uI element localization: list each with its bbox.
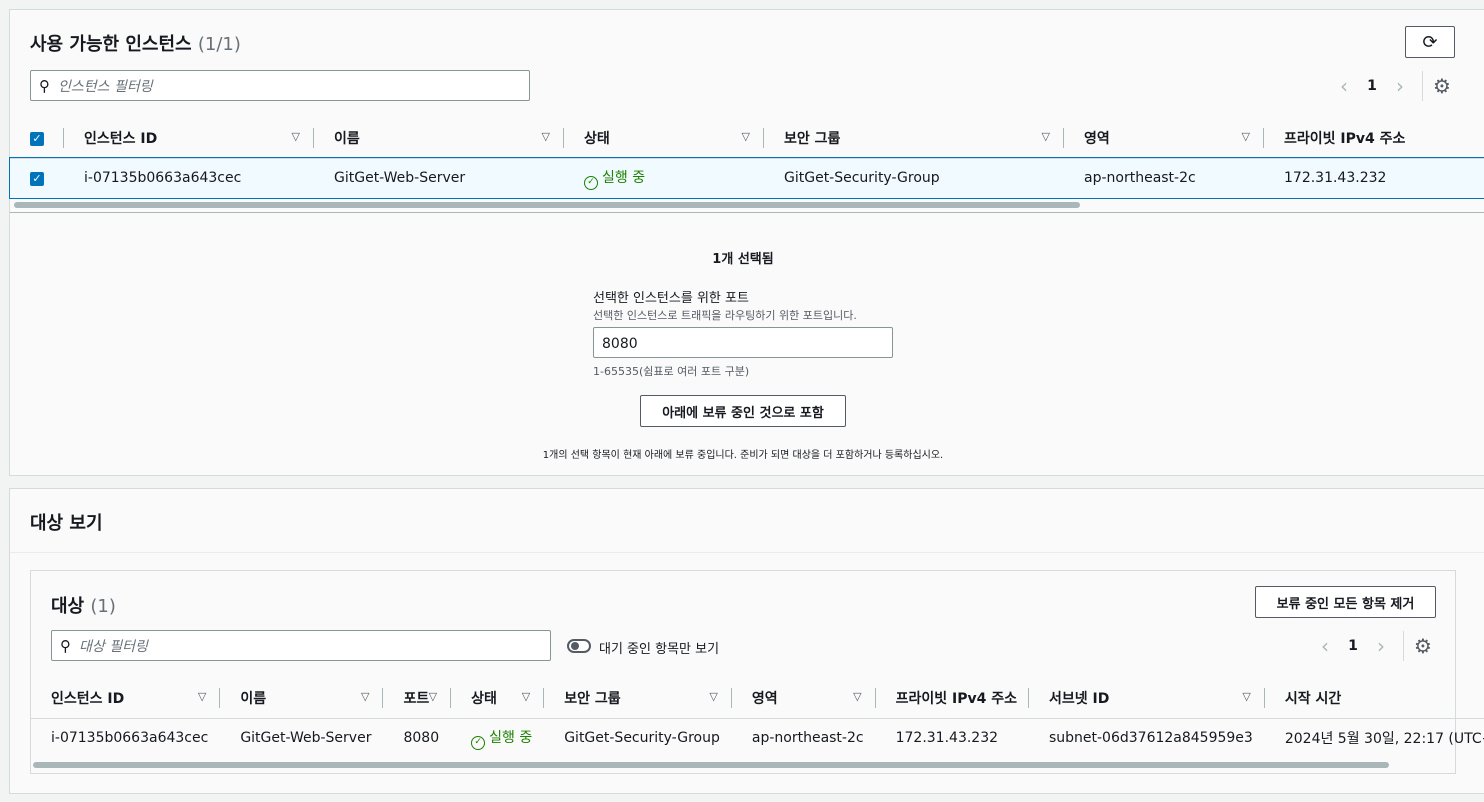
col-name[interactable]: 이름 ▽ [220,678,384,718]
target-port-cell: 8080 [403,730,440,747]
instance-zone-cell: ap-northeast-2c [1084,170,1196,187]
prev-page-icon[interactable]: ‹ [1332,74,1356,98]
settings-gear-icon[interactable]: ⚙ [1433,74,1451,98]
sort-icon[interactable]: ▽ [522,690,530,703]
review-targets-panel: 대상 보기 대상 (1) 보류 중인 모든 항목 제거 ⚲ 대상 필터링 대기 … [9,488,1484,794]
sort-icon[interactable]: ▽ [198,690,206,703]
col-state[interactable]: 상태 ▽ [451,678,545,718]
select-all-checkbox-cell[interactable]: ✓ [10,118,64,158]
port-hint: 1-65535(쉼표로 여러 포트 구분) [593,365,750,378]
col-zone[interactable]: 영역 ▽ [1064,118,1264,158]
refresh-button[interactable]: ⟳ [1405,26,1455,58]
target-id-cell: i-07135b0663a643cec [51,730,209,747]
target-launch-cell: 2024년 5월 30일, 22:17 (UTC+ [1284,731,1484,748]
pending-only-toggle[interactable] [567,639,591,653]
settings-gear-icon[interactable]: ⚙ [1414,634,1432,658]
port-input[interactable]: 8080 [593,327,893,358]
col-port[interactable]: 포트 ▽ [383,678,452,718]
sort-icon[interactable]: ▽ [292,130,300,143]
horizontal-scrollbar[interactable] [33,762,1389,768]
review-title: 대상 보기 [30,513,103,534]
port-label: 선택한 인스턴스를 위한 포트 [593,291,749,306]
instance-ip-cell: 172.31.43.232 [1284,170,1387,187]
check-circle-icon: ✓ [584,175,598,190]
target-filter-placeholder: 대상 필터링 [79,638,148,655]
targets-pagination: ‹ 1 › ⚙ [1313,631,1432,661]
check-circle-icon: ✓ [471,735,486,750]
pending-note: 1개의 선택 항목이 현재 아래에 보류 중입니다. 준비가 되면 대상을 더 … [542,450,944,461]
col-subnet-id[interactable]: 서브넷 ID ▽ [1029,678,1265,718]
row-checkbox[interactable]: ✓ [30,172,44,187]
target-sg-cell: GitGet-Security-Group [564,730,720,747]
review-divider [10,552,1484,553]
page-number[interactable]: 1 [1337,638,1369,654]
sort-icon[interactable]: ▽ [709,690,717,703]
instance-filter-input[interactable]: ⚲ 인스턴스 필터링 [30,70,530,101]
col-security-group[interactable]: 보안 그룹 ▽ [544,678,732,718]
col-private-ip[interactable]: 프라이빗 IPv4 주소 [876,678,1029,718]
instance-sg-cell: GitGet-Security-Group [784,170,940,187]
instances-table: ✓ 인스턴스 ID ▽ 이름 ▽ 상태 ▽ 보안 그룹 ▽ 영역 ▽ 프라이빗 IPv4 … [9,118,1484,199]
table-divider [10,212,1484,213]
targets-table: 인스턴스 ID ▽ 이름 ▽ 포트 ▽ 상태 ▽ 보안 그룹 ▽ 영역 ▽ 프라이빗 IPv… [31,678,1484,758]
instance-filter-placeholder: 인스턴스 필터링 [58,78,153,95]
remove-all-pending-button[interactable]: 보류 중인 모든 항목 제거 [1255,586,1436,618]
instance-name-cell: GitGet-Web-Server [334,170,466,187]
target-ip-cell: 172.31.43.232 [895,730,999,747]
selected-count: 1개 선택됨 [712,252,774,267]
sort-icon[interactable]: ▽ [429,690,437,703]
col-state[interactable]: 상태 ▽ [564,118,764,158]
sort-icon[interactable]: ▽ [1242,130,1250,143]
search-icon: ⚲ [39,76,50,95]
next-page-icon[interactable]: › [1388,74,1412,98]
col-launch-time[interactable]: 시작 시간 [1265,678,1484,718]
next-page-icon[interactable]: › [1369,634,1393,658]
pager-divider [1403,631,1404,661]
available-instances-panel: 사용 가능한 인스턴스 (1/1) ⟳ ⚲ 인스턴스 필터링 ‹ 1 › ⚙ ✓… [9,9,1484,476]
sort-icon[interactable]: ▽ [361,690,369,703]
instance-id-cell: i-07135b0663a643cec [84,170,242,187]
target-subnet-cell: subnet-06d37612a845959e3 [1048,730,1253,747]
sort-icon[interactable]: ▽ [1042,130,1050,143]
col-name[interactable]: 이름 ▽ [314,118,564,158]
col-private-ip[interactable]: 프라이빗 IPv4 주소 [1264,118,1484,158]
pending-only-label: 대기 중인 항목만 보기 [599,642,720,657]
target-filter-input[interactable]: ⚲ 대상 필터링 [51,630,551,661]
col-instance-id[interactable]: 인스턴스 ID ▽ [64,118,314,158]
horizontal-scrollbar[interactable] [14,202,1080,208]
refresh-icon: ⟳ [1422,31,1438,53]
pager-divider [1422,71,1423,101]
sort-icon[interactable]: ▽ [742,130,750,143]
target-state-cell: ✓ 실행 중 [451,718,544,758]
targets-heading: 대상 (1) [51,596,116,617]
col-zone[interactable]: 영역 ▽ [732,678,876,718]
include-pending-button[interactable]: 아래에 보류 중인 것으로 포함 [640,395,846,427]
sort-icon[interactable]: ▽ [853,690,861,703]
instance-state-cell: ✓ 실행 중 [564,158,764,198]
sort-icon[interactable]: ▽ [1242,690,1250,703]
port-description: 선택한 인스턴스로 트래픽을 라우팅하기 위한 포트입니다. [593,309,857,322]
instances-count: (1/1) [197,34,241,55]
instances-pagination: ‹ 1 › ⚙ [1332,71,1451,101]
search-icon: ⚲ [60,636,71,655]
select-all-checkbox[interactable]: ✓ [30,131,44,146]
sort-icon[interactable]: ▽ [542,130,550,143]
targets-count: (1) [90,596,116,617]
col-instance-id[interactable]: 인스턴스 ID ▽ [31,678,221,718]
targets-container: 대상 (1) 보류 중인 모든 항목 제거 ⚲ 대상 필터링 대기 중인 항목만… [30,570,1484,774]
instances-heading: 사용 가능한 인스턴스 (1/1) [30,34,241,55]
page-number[interactable]: 1 [1356,78,1388,94]
col-security-group[interactable]: 보안 그룹 ▽ [764,118,1064,158]
prev-page-icon[interactable]: ‹ [1313,634,1337,658]
table-row[interactable]: ✓ i-07135b0663a643cec GitGet-Web-Server … [9,157,1484,199]
table-row[interactable]: i-07135b0663a643cec GitGet-Web-Server 80… [31,718,1484,758]
target-zone-cell: ap-northeast-2c [751,730,864,747]
target-name-cell: GitGet-Web-Server [240,730,372,747]
